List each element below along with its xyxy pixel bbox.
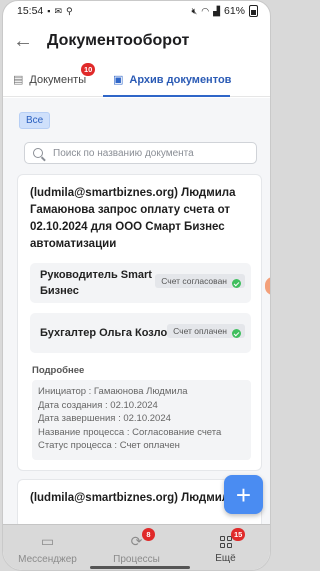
search-status-icon: ⚲ <box>66 5 73 16</box>
process-icon: ⟳ <box>130 533 143 549</box>
nav-messenger[interactable]: ▭ Мессенджер <box>3 525 92 570</box>
filter-chip-all[interactable]: Все <box>19 112 51 129</box>
gallery-icon: ▪ <box>47 6 51 16</box>
document-card[interactable]: (ludmila@smartbiznes.org) Людмила Гамаюн… <box>17 174 262 471</box>
mute-icon: 🔇︎ <box>191 5 198 16</box>
battery-icon <box>249 5 258 17</box>
grid-icon <box>219 536 232 548</box>
nav-more-badge: 15 <box>231 528 246 541</box>
approval-step: Бухгалтер Ольга Козлова Счет оплачен <box>30 313 251 353</box>
details-box: Инициатор : Гамаюнова Людмила Дата созда… <box>32 380 251 460</box>
archive-list: Все Поиск по названию документа (ludmila… <box>3 98 270 529</box>
status-badge: Счет оплачен <box>167 324 245 338</box>
nav-processes-badge: 8 <box>142 528 155 541</box>
status-bar: 15:54 ▪ ✉ ⚲ 🔇︎ ◠ ▟ 61% <box>3 1 270 21</box>
document-title: (ludmila@smartbiznes.org) Людмила Гамаюн… <box>30 187 236 250</box>
home-indicator <box>90 566 190 569</box>
nav-messenger-label: Мессенджер <box>18 554 77 565</box>
status-text: Счет согласован <box>161 276 227 286</box>
phone-frame: 15:54 ▪ ✉ ⚲ 🔇︎ ◠ ▟ 61% ← Документооборот… <box>2 0 271 571</box>
search-input[interactable]: Поиск по названию документа <box>24 142 257 164</box>
nav-processes-label: Процессы <box>113 554 160 565</box>
mail-icon: ✉ <box>54 5 63 16</box>
document-title: (ludmila@smartbiznes.org) Людмила <box>30 492 236 504</box>
wifi-icon: ◠ <box>201 5 210 16</box>
detail-completed: Дата завершения : 02.10.2024 <box>38 413 171 424</box>
back-arrow-icon[interactable]: ← <box>13 31 39 51</box>
chat-icon: ▭ <box>40 533 55 549</box>
check-icon <box>232 329 241 338</box>
tab-documents-badge: 10 <box>81 63 96 76</box>
tab-documents-label: Документы <box>29 73 87 86</box>
tab-documents[interactable]: ▤ Документы 10 <box>3 63 103 96</box>
search-icon <box>33 148 43 158</box>
detail-initiator: Инициатор : Гамаюнова Людмила <box>38 386 188 397</box>
approval-step: Руководитель Smart Бизнес Счет согласова… <box>30 263 251 303</box>
tab-archive-label: Архив документов <box>129 73 232 86</box>
nav-more-label: Ещё <box>215 553 236 564</box>
status-time: 15:54 <box>17 5 44 17</box>
add-document-button[interactable]: + <box>224 475 263 514</box>
document-icon: ▤ <box>13 74 24 86</box>
detail-process-status: Статус процесса : Счет оплачен <box>38 440 180 451</box>
tab-archive[interactable]: ▣ Архив документов <box>103 63 270 97</box>
detail-process-name: Название процесса : Согласование счета <box>38 426 222 438</box>
nav-processes[interactable]: ⟳ 8 Процессы <box>92 525 181 570</box>
search-placeholder: Поиск по названию документа <box>53 147 194 159</box>
detail-created: Дата создания : 02.10.2024 <box>38 399 158 411</box>
page-title: Документооборот <box>47 32 190 49</box>
app-header: ← Документооборот <box>3 23 270 59</box>
battery-percent: 61% <box>223 5 245 17</box>
check-icon <box>232 279 241 288</box>
archive-icon: ▣ <box>113 74 124 86</box>
tab-bar: ▤ Документы 10 ▣ Архив документов <box>3 63 270 97</box>
signal-icon: ▟ <box>213 5 220 16</box>
step-name: Бухгалтер Ольга Козлова <box>40 327 180 339</box>
details-heading: Подробнее <box>32 365 85 376</box>
bottom-nav: ▭ Мессенджер ⟳ 8 Процессы 15 Ещё <box>3 524 270 570</box>
status-text: Счет оплачен <box>173 326 227 336</box>
nav-more[interactable]: 15 Ещё <box>181 525 270 570</box>
status-badge: Счет согласован <box>155 274 245 288</box>
